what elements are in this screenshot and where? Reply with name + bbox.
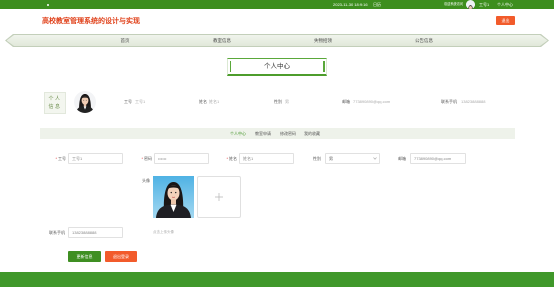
name-field[interactable] bbox=[239, 153, 294, 164]
nav-item-classroom[interactable]: 教室信息 bbox=[213, 34, 231, 47]
avatar bbox=[74, 91, 96, 113]
profile-badge-line2: 信息 bbox=[48, 104, 62, 110]
avatar-upload-box[interactable] bbox=[197, 176, 241, 218]
phone-field[interactable] bbox=[68, 227, 123, 238]
logout-account-button[interactable]: 退出登录 bbox=[105, 251, 137, 262]
required-mark: * bbox=[141, 156, 143, 161]
avatar-upload-hint: 点击上传头像 bbox=[153, 230, 174, 234]
id-field-label: *工号 bbox=[44, 153, 66, 164]
password-field-label-text: 密码 bbox=[144, 156, 152, 161]
plus-icon bbox=[215, 193, 223, 201]
main-nav: 首页 教室信息 失物招领 公告信息 bbox=[5, 34, 549, 47]
summary-value-name: 姓名1 bbox=[209, 99, 220, 104]
summary-label-name: 姓名 bbox=[199, 99, 207, 104]
required-mark: * bbox=[226, 156, 228, 161]
avatar-photo-image bbox=[153, 176, 194, 218]
footer bbox=[0, 272, 554, 287]
avatar-photo[interactable] bbox=[153, 176, 194, 218]
phone-field-label: 联系手机 bbox=[49, 230, 65, 235]
nav-band bbox=[7, 35, 548, 46]
site-title: 高校教室管理系统的设计与实现 bbox=[42, 18, 140, 25]
tab-change-password[interactable]: 修改密码 bbox=[280, 128, 296, 139]
calendar-link[interactable]: 日历 bbox=[373, 0, 381, 9]
logout-button[interactable]: 退出 bbox=[496, 16, 515, 25]
summary-value-phone: 13823888888 bbox=[461, 99, 486, 104]
summary-value-email: 773890890@qq.com bbox=[353, 99, 391, 104]
current-datetime: 2023-11-30 18:9:16 bbox=[333, 2, 368, 7]
summary-value-id: 工号1 bbox=[135, 99, 146, 104]
email-field-label: 邮箱 bbox=[398, 156, 406, 161]
user-avatar-small bbox=[466, 0, 475, 9]
avatar-image bbox=[74, 91, 96, 113]
profile-link[interactable]: 个人中心 bbox=[497, 0, 513, 9]
email-field[interactable] bbox=[410, 153, 466, 164]
required-mark: * bbox=[55, 156, 57, 161]
welcome-text: 欢迎系统访问 bbox=[444, 2, 464, 6]
gender-field-label: 性别 bbox=[313, 156, 321, 161]
summary-label-phone: 联系手机 bbox=[441, 99, 457, 104]
dot-icon bbox=[47, 3, 49, 6]
tab-favorites[interactable]: 我的收藏 bbox=[304, 128, 320, 139]
page-title-box: 个人中心 bbox=[227, 58, 327, 76]
avatar-field-label: 头像 bbox=[142, 178, 150, 183]
password-field-label: *密码 bbox=[130, 153, 152, 164]
nav-item-notices[interactable]: 公告信息 bbox=[415, 34, 433, 47]
user-avatar-small-image bbox=[466, 4, 475, 9]
page: 2023-11-30 18:9:16 日历 欢迎系统访问 工号1 个人中心 高校… bbox=[0, 0, 554, 287]
page-title: 个人中心 bbox=[264, 63, 290, 70]
password-field[interactable] bbox=[154, 153, 209, 164]
update-info-button[interactable]: 更新信息 bbox=[68, 251, 101, 262]
profile-tabs: 个人中心 教室申请 修改密码 我的收藏 bbox=[40, 128, 515, 139]
name-field-label: *姓名 bbox=[215, 153, 237, 164]
id-field-label-text: 工号 bbox=[58, 156, 66, 161]
nav-item-home[interactable]: 首页 bbox=[121, 34, 130, 47]
profile-badge-line1: 个人 bbox=[48, 96, 62, 102]
summary-value-gender: 男 bbox=[285, 99, 289, 104]
id-field[interactable] bbox=[68, 153, 123, 164]
summary-label-gender: 性别 bbox=[274, 99, 282, 104]
chevron-down-icon bbox=[373, 157, 377, 160]
gender-select[interactable]: 男 bbox=[325, 153, 380, 164]
summary-label-id: 工号 bbox=[124, 99, 132, 104]
profile-badge: 个人 信息 bbox=[44, 92, 66, 114]
username: 工号1 bbox=[479, 2, 490, 7]
title-accent-right bbox=[323, 61, 325, 72]
name-field-label-text: 姓名 bbox=[229, 156, 237, 161]
gender-select-value: 男 bbox=[329, 156, 333, 161]
summary-label-email: 邮箱 bbox=[342, 99, 350, 104]
nav-item-lost-found[interactable]: 失物招领 bbox=[314, 34, 332, 47]
top-bar: 2023-11-30 18:9:16 日历 欢迎系统访问 工号1 个人中心 bbox=[0, 0, 554, 9]
tab-classroom-apply[interactable]: 教室申请 bbox=[255, 128, 271, 139]
tab-profile[interactable]: 个人中心 bbox=[230, 128, 246, 139]
